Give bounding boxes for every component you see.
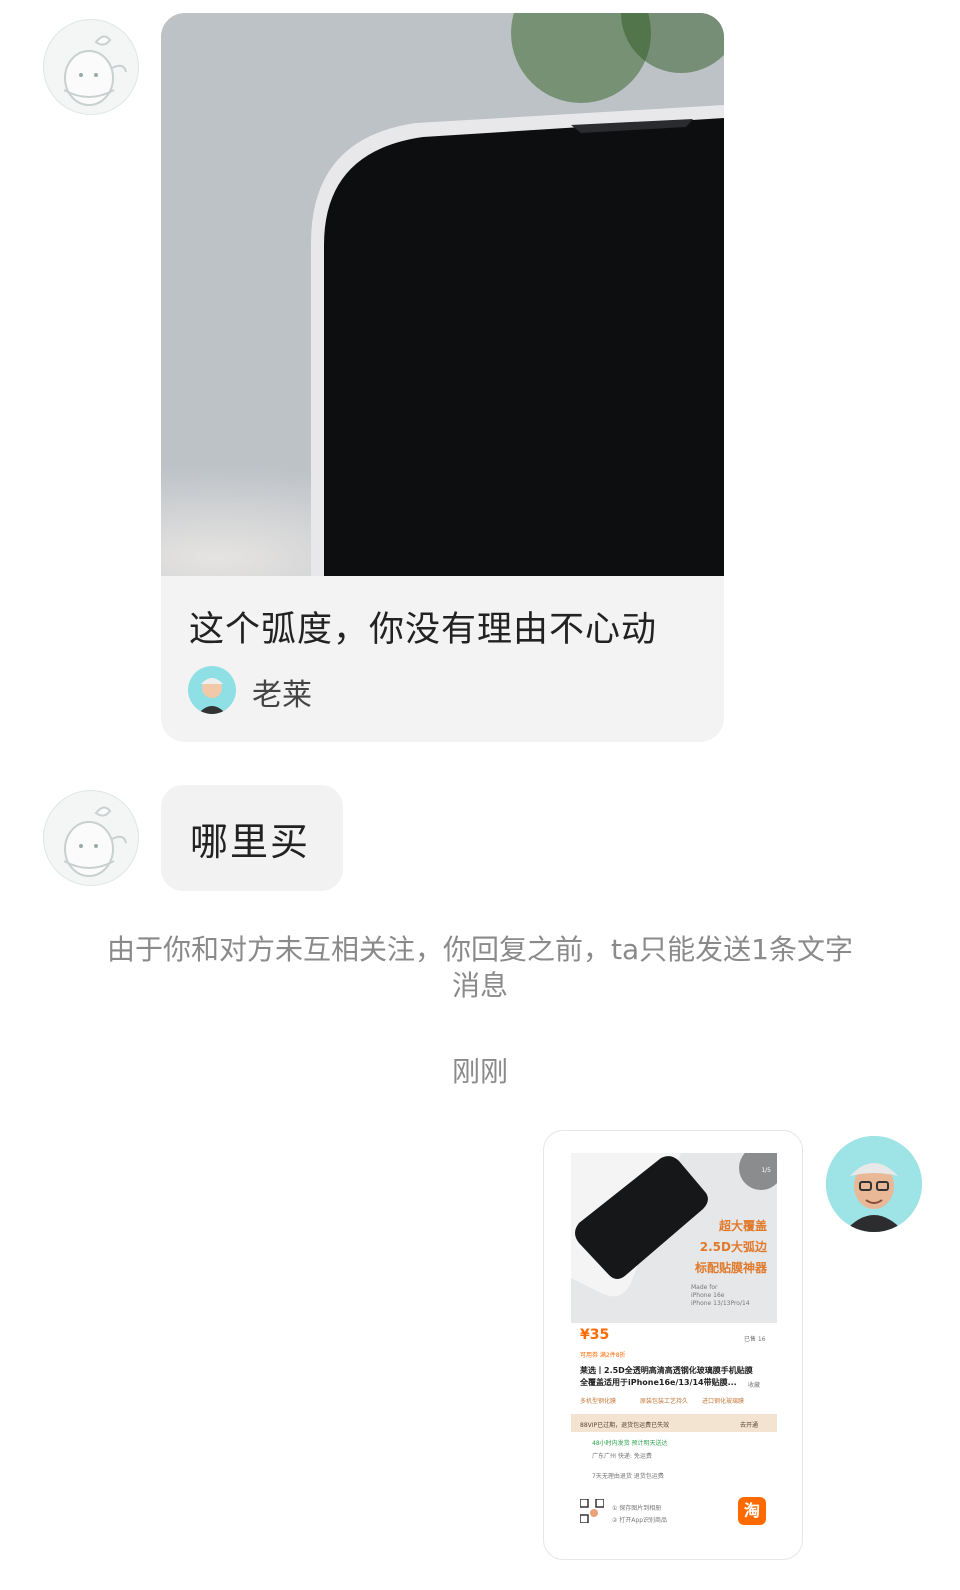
sender-avatar[interactable] xyxy=(43,790,139,886)
vip-text: 88VIP已过期，退货包运费已失效 xyxy=(580,1422,670,1429)
promo-line-2: 2.5D大弧边 xyxy=(699,1240,767,1254)
sent-image-message[interactable]: 1/5 超大覆盖 2.5D大弧边 标配贴膜神器 Made for iPhone … xyxy=(543,1130,803,1560)
product-tag-2: 原装包装工艺持久 xyxy=(640,1398,689,1405)
guarantee-text: 7天无理由退货 退货包运费 xyxy=(592,1473,664,1480)
made-for-1: Made for xyxy=(691,1284,718,1291)
made-for-2: iPhone 16e xyxy=(691,1292,725,1299)
note-author-name: 老莱 xyxy=(252,678,312,713)
sold-count: 已售 16 xyxy=(744,1336,766,1343)
my-avatar[interactable] xyxy=(826,1136,922,1232)
product-title-line-1: 莱选丨2.5D全透明高清高透钢化玻璃膜手机贴膜 xyxy=(580,1366,753,1375)
sender-avatar[interactable] xyxy=(43,19,139,115)
shared-note-card[interactable]: 这个弧度，你没有理由不心动 老莱 xyxy=(161,13,724,742)
collect-label: 收藏 xyxy=(748,1382,761,1389)
taobao-icon-glyph: 淘 xyxy=(743,1501,760,1520)
hint-line-2: ② 打开App识别商品 xyxy=(612,1517,668,1524)
shipping-line-2: 广东广州 快递: 免运费 xyxy=(592,1453,652,1460)
note-cover-image xyxy=(161,13,724,576)
memoji-avatar-icon xyxy=(826,1136,922,1232)
product-image: 1/5 超大覆盖 2.5D大弧边 标配贴膜神器 Made for iPhone … xyxy=(571,1153,777,1323)
discount-info: 可用券 满2件8折 xyxy=(580,1352,626,1359)
shipping-line-1: 48小时内发货 预计明天送达 xyxy=(592,1440,668,1447)
hint-line-1: ① 保存图片到相册 xyxy=(612,1505,662,1512)
cartoon-avatar-icon xyxy=(63,806,127,877)
page-indicator: 1/5 xyxy=(761,1167,771,1174)
qr-code-icon xyxy=(579,1498,605,1524)
note-title: 这个弧度，你没有理由不心动 xyxy=(189,610,658,650)
cartoon-avatar-icon xyxy=(63,35,127,106)
promo-line-1: 超大覆盖 xyxy=(718,1219,767,1233)
system-notice: 由于你和对方未互相关注，你回复之前，ta只能发送1条文字消息 xyxy=(107,933,853,1002)
product-tag-3: 进口钢化玻璃膜 xyxy=(702,1398,745,1405)
product-title-line-2: 全覆盖适用于iPhone16e/13/14带贴膜... xyxy=(580,1378,737,1387)
message-bubble[interactable]: 哪里买 xyxy=(161,785,343,891)
product-tag-1: 多机型钢化膜 xyxy=(580,1398,617,1405)
message-text: 哪里买 xyxy=(190,820,311,864)
taobao-app-icon: 淘 xyxy=(738,1497,766,1525)
author-avatar xyxy=(188,666,236,714)
promo-line-3: 标配贴膜神器 xyxy=(694,1261,767,1275)
message-timestamp: 刚刚 xyxy=(451,1055,508,1088)
made-for-3: iPhone 13/13Pro/14 xyxy=(691,1300,750,1307)
vip-action: 去开通 xyxy=(740,1422,759,1429)
product-price: ¥35 xyxy=(580,1327,610,1343)
